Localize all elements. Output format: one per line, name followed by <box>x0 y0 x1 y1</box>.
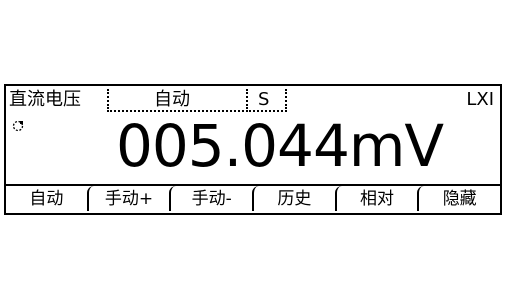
main-reading: 005.044mV <box>116 112 444 180</box>
status-bar: 直流电压 自动 S LXI <box>6 86 500 114</box>
status-separator <box>285 89 287 109</box>
reading-value: 005.044 <box>116 112 350 180</box>
softkey-hide[interactable]: 隐藏 <box>417 186 500 211</box>
status-separator <box>107 89 109 109</box>
softkey-auto[interactable]: 自动 <box>6 186 87 211</box>
softkey-manual-up[interactable]: 手动+ <box>86 186 170 211</box>
meter-display: 直流电压 自动 S LXI 005.044mV 自动 手动+ 手动- 历史 相对… <box>4 84 502 215</box>
status-separator <box>246 89 248 109</box>
softkey-manual-down[interactable]: 手动- <box>169 186 252 211</box>
softkey-relative[interactable]: 相对 <box>334 186 418 211</box>
speed-label: S <box>258 89 270 110</box>
softkey-bar: 自动 手动+ 手动- 历史 相对 隐藏 <box>6 184 500 213</box>
measurement-mode-label: 直流电压 <box>9 89 81 110</box>
lxi-indicator: LXI <box>466 89 494 110</box>
reading-unit: mV <box>348 112 444 180</box>
range-label: 自动 <box>154 89 190 110</box>
trigger-status-icon <box>12 120 24 132</box>
softkey-history[interactable]: 历史 <box>252 186 335 211</box>
